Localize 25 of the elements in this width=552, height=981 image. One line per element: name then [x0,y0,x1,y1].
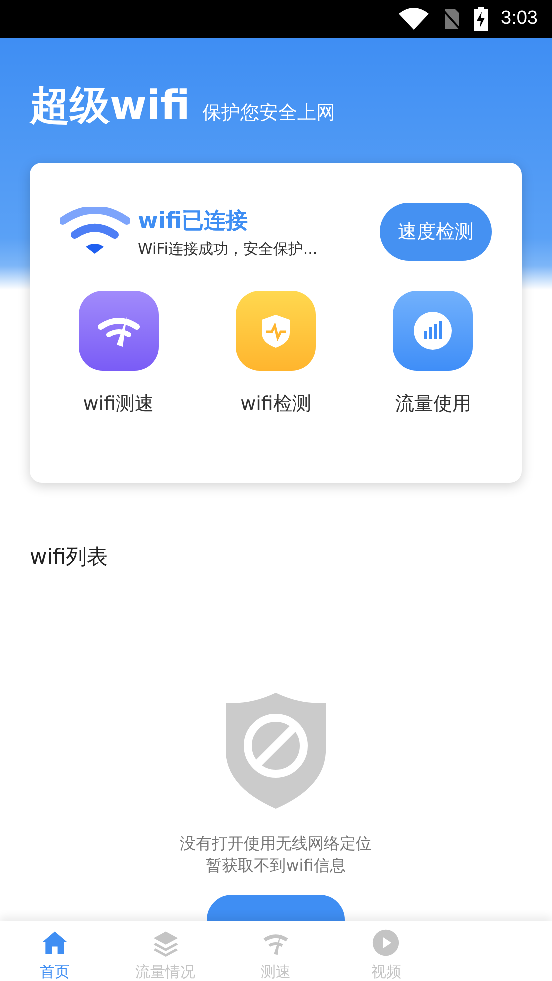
home-icon [41,929,70,957]
wifi-signal-icon [399,8,430,30]
layers-icon [152,929,180,957]
tab[interactable]: 流量情况 [110,921,221,981]
wifi-icon [60,207,130,257]
battery-charging-icon [473,7,490,31]
tab[interactable]: 视频 [331,921,442,981]
tab[interactable]: 首页 [0,921,110,981]
blocked-shield-icon [226,693,326,809]
section-title: wifi列表 [30,544,110,571]
signal-bars-icon[interactable] [393,291,474,371]
speed-test-button[interactable]: 速度检测 [380,203,492,261]
empty-message: 没有打开使用无线网络定位 [180,833,372,855]
connection-status: wifi已连接 [138,208,250,236]
tool-label: wifi测速 [83,392,154,417]
status-time: 3:03 [501,8,538,30]
play-icon [372,929,400,957]
connection-detail: WiFi连接成功，安全保护... [138,240,319,258]
app-subtitle: 保护您安全上网 [202,101,336,126]
tool-label: 流量使用 [395,392,472,417]
tab[interactable]: 测速 [220,921,332,981]
speedometer-icon[interactable] [78,291,159,371]
empty-message: 暂获取不到wifi信息 [206,855,346,877]
tool-label: wifi检测 [240,392,312,417]
app-title: 超级wifi [30,82,190,131]
